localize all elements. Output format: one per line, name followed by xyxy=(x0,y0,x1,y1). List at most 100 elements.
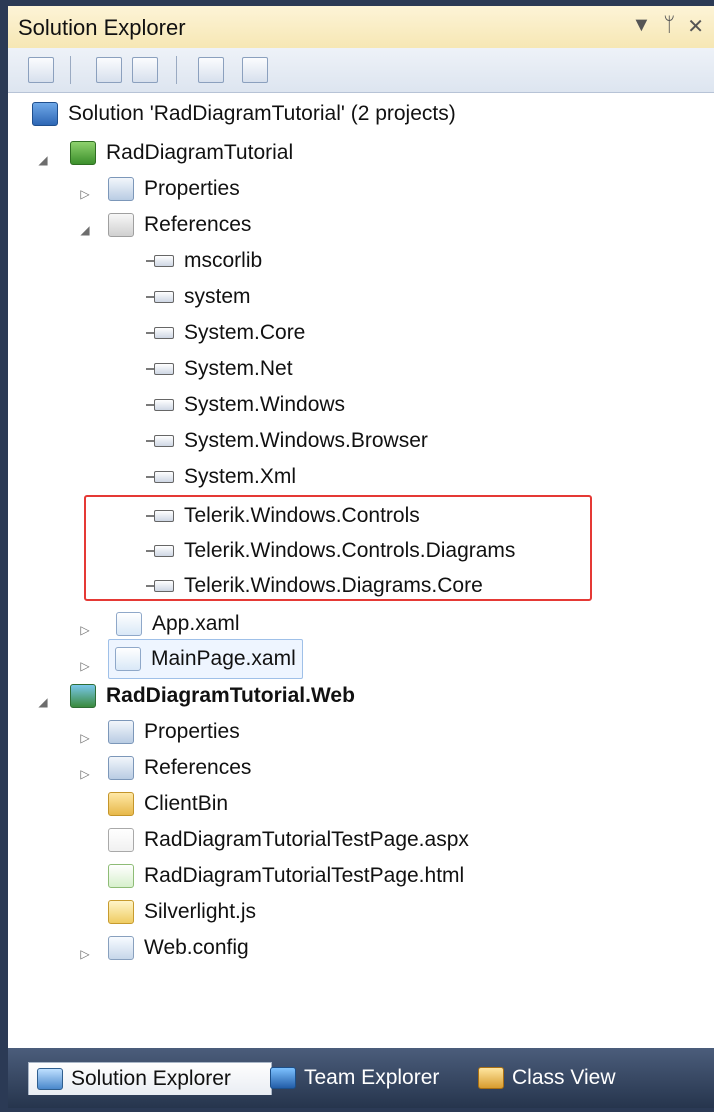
html-label: RadDiagramTutorialTestPage.html xyxy=(144,864,465,887)
expand-arrow-icon[interactable]: ▷ xyxy=(78,623,92,637)
toolbar-separator xyxy=(70,56,71,84)
reference-icon xyxy=(146,398,176,412)
tab-solution-explorer[interactable]: Solution Explorer xyxy=(28,1062,272,1095)
expand-arrow-icon[interactable]: ▷ xyxy=(78,947,92,961)
properties-folder-icon xyxy=(108,720,134,744)
reference-label: system xyxy=(184,285,251,308)
tree-row-config[interactable]: Web.config xyxy=(108,931,249,965)
reference-label: mscorlib xyxy=(184,249,263,272)
solution-explorer-tab-icon xyxy=(37,1068,63,1090)
reference-label: Telerik.Windows.Diagrams.Core xyxy=(184,574,483,597)
reference-icon xyxy=(146,509,176,523)
tree-row-references-1[interactable]: References xyxy=(108,208,251,242)
tree-row-mainpage-xaml[interactable]: MainPage.xaml xyxy=(108,639,303,679)
collapse-arrow-icon[interactable]: ◢ xyxy=(36,695,50,709)
solution-tree: Solution 'RadDiagramTutorial' (2 project… xyxy=(8,93,714,1048)
config-label: Web.config xyxy=(144,936,249,959)
tree-row-ref[interactable]: System.Xml xyxy=(146,460,296,494)
bottom-tabs: Solution Explorer Team Explorer Class Vi… xyxy=(8,1048,714,1108)
tree-row-clientbin[interactable]: ClientBin xyxy=(108,787,228,821)
project1-label: RadDiagramTutorial xyxy=(106,141,294,164)
reference-label: System.Windows.Browser xyxy=(184,429,428,452)
tree-row-ref[interactable]: mscorlib xyxy=(146,244,262,278)
dropdown-icon[interactable]: ▼ xyxy=(631,14,651,39)
solution-explorer-window: Solution Explorer ▼ ᛘ ✕ Solution 'RadDia… xyxy=(0,0,714,1112)
config-file-icon xyxy=(108,936,134,960)
csharp-project-icon xyxy=(70,141,96,165)
tree-row-js[interactable]: Silverlight.js xyxy=(108,895,256,929)
tab-class-view[interactable]: Class View xyxy=(478,1062,615,1094)
tree-row-project1[interactable]: RadDiagramTutorial xyxy=(70,136,293,170)
panel-title: Solution Explorer xyxy=(18,15,186,40)
expand-arrow-icon[interactable]: ▷ xyxy=(78,731,92,745)
folder-icon xyxy=(108,792,134,816)
tree-row-references-2[interactable]: References xyxy=(108,751,251,785)
tree-row-ref[interactable]: System.Net xyxy=(146,352,293,386)
references-folder-icon xyxy=(108,213,134,237)
collapse-arrow-icon[interactable]: ◢ xyxy=(36,153,50,167)
expand-arrow-icon[interactable]: ▷ xyxy=(78,767,92,781)
xaml-file-icon xyxy=(116,612,142,636)
view-designer-icon[interactable] xyxy=(242,57,268,83)
solution-icon xyxy=(32,102,58,126)
expand-arrow-icon[interactable]: ▷ xyxy=(78,187,92,201)
reference-label: System.Windows xyxy=(184,393,346,416)
reference-icon xyxy=(146,254,176,268)
properties-label: Properties xyxy=(144,177,240,200)
refresh-icon[interactable] xyxy=(132,57,158,83)
tree-row-ref[interactable]: System.Core xyxy=(146,316,305,350)
class-view-tab-icon xyxy=(478,1067,504,1089)
reference-label: Telerik.Windows.Controls.Diagrams xyxy=(184,539,516,562)
tree-row-ref[interactable]: system xyxy=(146,280,251,314)
close-icon[interactable]: ✕ xyxy=(687,14,704,39)
reference-icon xyxy=(146,544,176,558)
properties-label: Properties xyxy=(144,720,240,743)
solution-label: Solution 'RadDiagramTutorial' (2 project… xyxy=(68,102,456,125)
javascript-file-icon xyxy=(108,900,134,924)
tree-row-html[interactable]: RadDiagramTutorialTestPage.html xyxy=(108,859,464,893)
tree-row-properties-1[interactable]: Properties xyxy=(108,172,240,206)
project2-label: RadDiagramTutorial.Web xyxy=(106,684,355,707)
tree-row-ref-highlighted[interactable]: Telerik.Windows.Diagrams.Core xyxy=(146,569,483,603)
tree-row-aspx[interactable]: RadDiagramTutorialTestPage.aspx xyxy=(108,823,469,857)
tree-row-properties-2[interactable]: Properties xyxy=(108,715,240,749)
tab-class-view-label: Class View xyxy=(512,1066,616,1089)
references-label: References xyxy=(144,213,252,236)
web-project-icon xyxy=(70,684,96,708)
tree-row-ref[interactable]: System.Windows.Browser xyxy=(146,424,428,458)
properties-icon[interactable] xyxy=(28,57,54,83)
show-all-files-icon[interactable] xyxy=(96,57,122,83)
toolbar xyxy=(8,48,714,93)
mainpage-xaml-label: MainPage.xaml xyxy=(151,647,296,670)
reference-icon xyxy=(146,579,176,593)
team-explorer-tab-icon xyxy=(270,1067,296,1089)
tab-solution-explorer-label: Solution Explorer xyxy=(71,1067,231,1090)
reference-label: System.Xml xyxy=(184,465,297,488)
reference-icon xyxy=(146,434,176,448)
expand-arrow-icon[interactable]: ▷ xyxy=(78,659,92,673)
references-label: References xyxy=(144,756,252,779)
aspx-file-icon xyxy=(108,828,134,852)
tree-row-ref[interactable]: System.Windows xyxy=(146,388,345,422)
tree-row-project2[interactable]: RadDiagramTutorial.Web xyxy=(70,679,355,713)
title-controls: ▼ ᛘ ✕ xyxy=(631,14,704,39)
view-code-icon[interactable] xyxy=(198,57,224,83)
aspx-label: RadDiagramTutorialTestPage.aspx xyxy=(144,828,469,851)
tree-row-solution[interactable]: Solution 'RadDiagramTutorial' (2 project… xyxy=(32,97,456,131)
js-label: Silverlight.js xyxy=(144,900,257,923)
pin-icon[interactable]: ᛘ xyxy=(663,14,675,39)
reference-icon xyxy=(146,362,176,376)
reference-icon xyxy=(146,290,176,304)
title-bar: Solution Explorer ▼ ᛘ ✕ xyxy=(8,6,714,49)
app-xaml-label: App.xaml xyxy=(152,612,240,635)
tree-row-ref-highlighted[interactable]: Telerik.Windows.Controls xyxy=(146,499,420,533)
reference-icon xyxy=(146,326,176,340)
tree-row-app-xaml[interactable]: App.xaml xyxy=(116,607,240,641)
properties-folder-icon xyxy=(108,177,134,201)
reference-icon xyxy=(146,470,176,484)
tab-team-explorer[interactable]: Team Explorer xyxy=(270,1062,439,1094)
collapse-arrow-icon[interactable]: ◢ xyxy=(78,223,92,237)
clientbin-label: ClientBin xyxy=(144,792,229,815)
tree-row-ref-highlighted[interactable]: Telerik.Windows.Controls.Diagrams xyxy=(146,534,515,568)
reference-label: System.Net xyxy=(184,357,293,380)
